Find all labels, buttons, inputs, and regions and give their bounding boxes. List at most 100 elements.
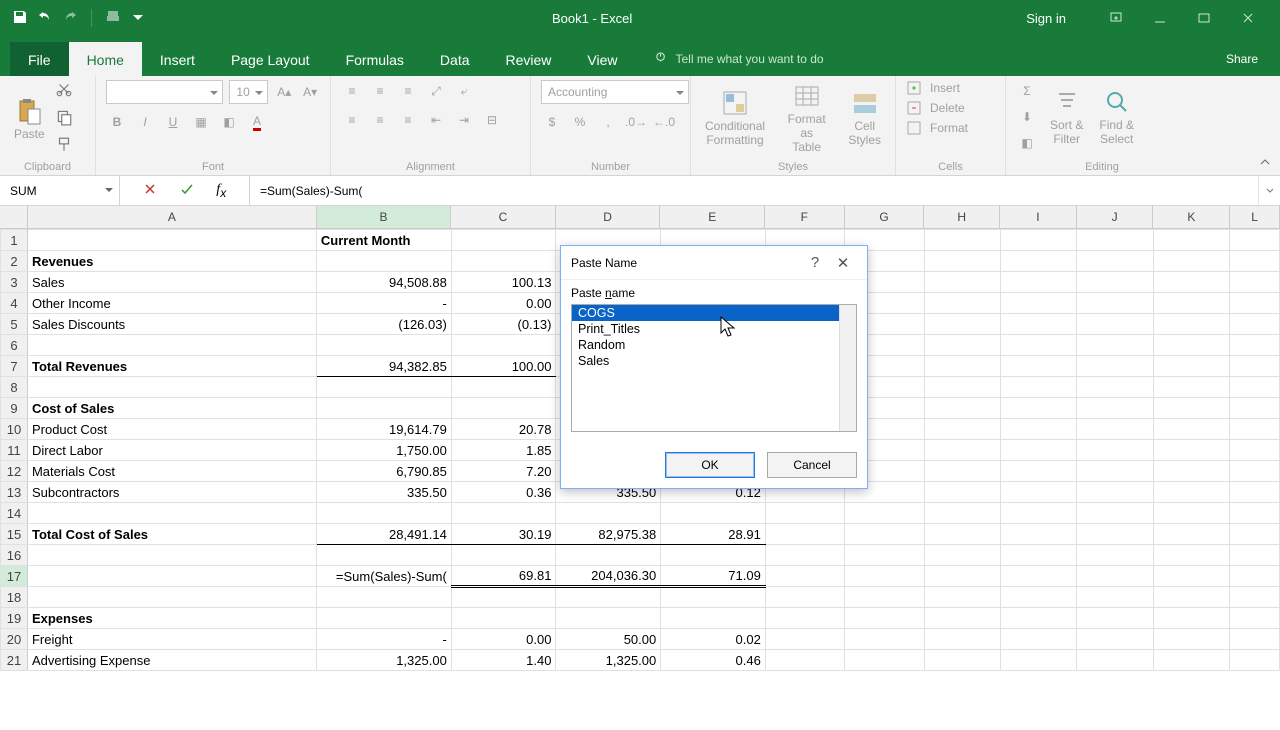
cell[interactable] [661,608,766,629]
column-header[interactable]: H [924,206,1000,228]
cell[interactable]: Expenses [27,608,316,629]
cell[interactable] [1000,566,1077,587]
cell[interactable]: 50.00 [556,629,661,650]
cell[interactable] [1153,545,1230,566]
cell[interactable] [1153,524,1230,545]
cell[interactable] [845,650,925,671]
cell[interactable] [1153,335,1230,356]
orientation-icon[interactable]: ⤢ [425,80,447,102]
paste-button[interactable]: Paste [10,95,49,143]
cell[interactable] [1077,524,1154,545]
cell[interactable]: 335.50 [316,482,451,503]
cell[interactable] [924,314,1000,335]
cell[interactable] [1077,566,1154,587]
cell[interactable]: 204,036.30 [556,566,661,587]
cell[interactable] [316,587,451,608]
format-cells-button[interactable]: Format [906,120,995,136]
listbox-scrollbar[interactable] [839,305,856,431]
format-as-table-button[interactable]: Format as Table [779,80,834,156]
dialog-close-icon[interactable]: ✕ [829,254,857,272]
cell[interactable] [27,377,316,398]
cell[interactable] [1230,440,1280,461]
cell[interactable]: Advertising Expense [27,650,316,671]
cell[interactable]: =Sum(Sales)-Sum( [316,566,451,587]
cell[interactable]: Materials Cost [27,461,316,482]
column-header[interactable]: E [660,206,765,228]
cell[interactable] [1230,314,1280,335]
cell[interactable] [1000,356,1077,377]
cell[interactable] [316,377,451,398]
cell[interactable] [451,503,556,524]
number-format-combo[interactable]: Accounting [541,80,689,104]
cell[interactable] [1077,461,1154,482]
cell[interactable] [924,419,1000,440]
row-header[interactable]: 20 [1,629,28,650]
cell[interactable] [316,335,451,356]
cell[interactable] [1153,566,1230,587]
tab-data[interactable]: Data [422,42,488,76]
underline-button[interactable]: U [162,111,184,133]
cell[interactable] [1153,251,1230,272]
cell[interactable]: 0.00 [451,293,556,314]
decrease-decimal-icon[interactable]: ←.0 [653,111,675,133]
cell[interactable] [1230,608,1280,629]
cell[interactable] [924,440,1000,461]
indent-decrease-icon[interactable]: ⇤ [425,109,447,131]
cell[interactable] [1153,377,1230,398]
cell[interactable] [1000,377,1077,398]
cell[interactable] [1000,251,1077,272]
fill-color-button[interactable]: ◧ [218,111,240,133]
column-header[interactable]: L [1230,206,1280,228]
cell[interactable] [1000,230,1077,251]
cell[interactable] [924,545,1000,566]
cell[interactable] [924,587,1000,608]
cell[interactable] [1000,272,1077,293]
cell[interactable] [1000,545,1077,566]
cell[interactable] [1077,251,1154,272]
cell[interactable] [27,566,316,587]
cell[interactable] [1000,440,1077,461]
cell[interactable]: Product Cost [27,419,316,440]
cell[interactable] [27,503,316,524]
cell[interactable]: Cost of Sales [27,398,316,419]
row-header[interactable]: 9 [1,398,28,419]
list-item[interactable]: Print_Titles [572,321,856,337]
cell[interactable]: (126.03) [316,314,451,335]
cell[interactable] [924,608,1000,629]
save-icon[interactable] [12,9,28,28]
cell[interactable] [1153,314,1230,335]
cell[interactable] [556,503,661,524]
cell[interactable] [1230,650,1280,671]
cell[interactable]: Subcontractors [27,482,316,503]
row-header[interactable]: 21 [1,650,28,671]
column-header[interactable]: I [1000,206,1077,228]
cell[interactable] [1230,251,1280,272]
align-middle-icon[interactable]: ≡ [369,80,391,102]
cell[interactable] [1230,398,1280,419]
cell[interactable] [845,608,925,629]
percent-format-icon[interactable]: % [569,111,591,133]
increase-decimal-icon[interactable]: .0→ [625,111,647,133]
cell[interactable] [1077,482,1154,503]
cell[interactable] [316,503,451,524]
cell[interactable] [924,377,1000,398]
row-header[interactable]: 17 [1,566,28,587]
cell[interactable] [1077,587,1154,608]
cell[interactable]: Direct Labor [27,440,316,461]
cell[interactable] [1153,398,1230,419]
minimize-icon[interactable] [1138,4,1182,32]
cell[interactable] [1153,482,1230,503]
cell[interactable]: 1,325.00 [316,650,451,671]
cell[interactable] [1000,587,1077,608]
cell[interactable] [1230,629,1280,650]
cell[interactable] [765,545,845,566]
cell[interactable] [316,398,451,419]
cell[interactable]: 30.19 [451,524,556,545]
cell[interactable] [1000,629,1077,650]
cell[interactable]: Revenues [27,251,316,272]
cell[interactable] [1153,419,1230,440]
cell[interactable] [1230,545,1280,566]
cell[interactable]: 94,508.88 [316,272,451,293]
cell[interactable] [765,608,845,629]
cell[interactable] [1153,440,1230,461]
